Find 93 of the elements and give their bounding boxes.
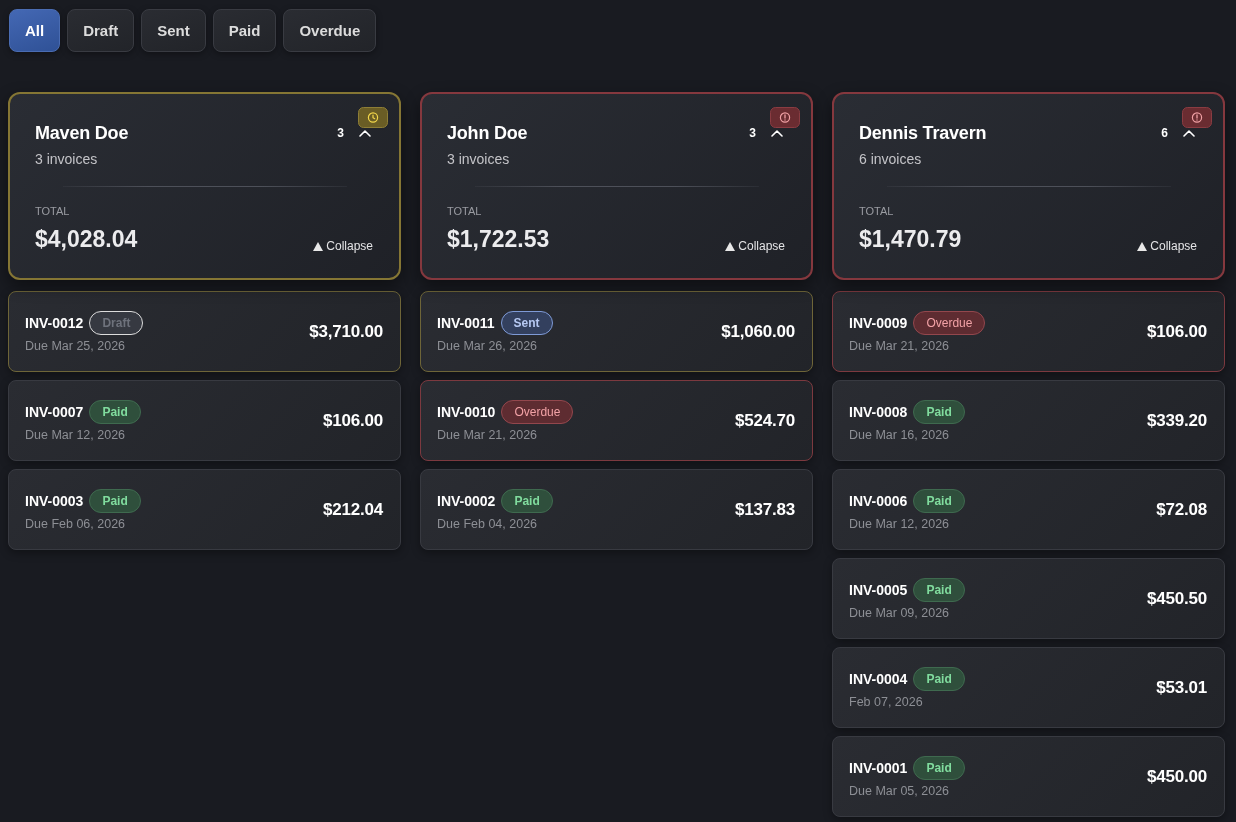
invoice-number: INV-0003 (25, 492, 84, 509)
invoice-amount: $53.01 (1156, 677, 1207, 698)
invoice-row[interactable]: INV-0005 Paid Due Mar 09, 2026 $450.50 (832, 558, 1225, 639)
invoice-row[interactable]: INV-0011 Sent Due Mar 26, 2026 $1,060.00 (420, 291, 813, 372)
invoice-count: 6 (1161, 126, 1168, 140)
invoice-amount: $1,060.00 (721, 321, 795, 342)
invoice-number: INV-0004 (849, 670, 908, 687)
invoice-amount: $106.00 (1146, 321, 1207, 342)
invoice-number: INV-0005 (849, 581, 908, 598)
invoice-amount: $137.83 (734, 499, 795, 520)
invoice-number: INV-0010 (437, 403, 496, 420)
invoice-number: INV-0008 (849, 403, 908, 420)
invoice-amount: $212.04 (322, 499, 383, 520)
invoice-summary: 3 invoices (447, 151, 511, 167)
due-date: Due Mar 09, 2026 (849, 605, 951, 620)
invoice-row[interactable]: INV-0004 Paid Feb 07, 2026 $53.01 (832, 647, 1225, 728)
chevron-up-icon (1183, 129, 1195, 137)
invoice-number: INV-0006 (849, 492, 908, 509)
status-badge: Paid (501, 488, 553, 513)
customer-name: Maven Doe (35, 122, 129, 144)
clock-icon (358, 107, 388, 128)
status-badge: Paid (913, 577, 965, 602)
invoice-row[interactable]: INV-0003 Paid Due Feb 06, 2026 $212.04 (8, 469, 401, 550)
total-amount: $1,722.53 (447, 225, 550, 253)
status-badge: Overdue (913, 310, 986, 335)
due-date: Due Mar 21, 2026 (437, 427, 539, 442)
invoice-row[interactable]: INV-0007 Paid Due Mar 12, 2026 $106.00 (8, 380, 401, 461)
status-badge: Overdue (501, 399, 574, 424)
invoice-amount: $72.08 (1156, 499, 1207, 520)
collapse-button[interactable]: Collapse (1137, 239, 1197, 253)
filter-tab[interactable]: Overdue (283, 9, 377, 52)
customer-name: Dennis Travern (859, 122, 987, 144)
total-label: TOTAL (859, 205, 895, 217)
due-date: Due Mar 16, 2026 (849, 427, 951, 442)
invoice-amount: $106.00 (322, 410, 383, 431)
invoice-amount: $339.20 (1146, 410, 1207, 431)
due-date: Due Mar 25, 2026 (25, 338, 127, 353)
total-label: TOTAL (447, 205, 483, 217)
status-badge: Paid (89, 399, 141, 424)
due-date: Due Mar 12, 2026 (849, 516, 951, 531)
collapse-button[interactable]: Collapse (725, 239, 785, 253)
status-badge: Paid (89, 488, 141, 513)
triangle-up-icon (313, 241, 324, 251)
chevron-up-icon (771, 129, 783, 137)
invoice-number: INV-0009 (849, 314, 908, 331)
invoice-number: INV-0007 (25, 403, 84, 420)
due-date: Due Mar 05, 2026 (849, 783, 951, 798)
invoice-row[interactable]: INV-0010 Overdue Due Mar 21, 2026 $524.70 (420, 380, 813, 461)
invoice-number: INV-0002 (437, 492, 496, 509)
chevron-up-icon (359, 129, 371, 137)
invoice-summary: 3 invoices (35, 151, 99, 167)
due-date: Due Mar 26, 2026 (437, 338, 539, 353)
collapse-button[interactable]: Collapse (313, 239, 373, 253)
invoice-amount: $450.50 (1146, 588, 1207, 609)
status-badge: Draft (89, 310, 144, 335)
total-amount: $4,028.04 (35, 225, 138, 253)
customer-name: John Doe (447, 122, 528, 144)
triangle-up-icon (725, 241, 736, 251)
status-badge: Paid (913, 399, 965, 424)
collapse-toggle[interactable] (358, 128, 372, 138)
due-date: Feb 07, 2026 (849, 694, 924, 709)
invoice-amount: $3,710.00 (309, 321, 383, 342)
due-date: Due Mar 12, 2026 (25, 427, 127, 442)
invoice-row[interactable]: INV-0012 Draft Due Mar 25, 2026 $3,710.00 (8, 291, 401, 372)
triangle-up-icon (1137, 241, 1148, 251)
invoice-number: INV-0012 (25, 314, 84, 331)
filter-tab[interactable]: All (9, 9, 61, 52)
invoice-summary: 6 invoices (859, 151, 923, 167)
status-badge: Paid (913, 488, 965, 513)
invoice-row[interactable]: INV-0001 Paid Due Mar 05, 2026 $450.00 (832, 736, 1225, 817)
filter-tab[interactable]: Sent (141, 9, 206, 52)
invoice-number: INV-0001 (849, 759, 908, 776)
invoice-amount: $524.70 (734, 410, 795, 431)
total-amount: $1,470.79 (859, 225, 962, 253)
invoice-row[interactable]: INV-0002 Paid Due Feb 04, 2026 $137.83 (420, 469, 813, 550)
invoice-amount: $450.00 (1146, 766, 1207, 787)
invoice-count: 3 (337, 126, 344, 140)
collapse-toggle[interactable] (770, 128, 784, 138)
invoice-number: INV-0011 (437, 314, 495, 331)
invoice-count: 3 (749, 126, 756, 140)
due-date: Due Mar 21, 2026 (849, 338, 951, 353)
invoice-row[interactable]: INV-0008 Paid Due Mar 16, 2026 $339.20 (832, 380, 1225, 461)
collapse-toggle[interactable] (1182, 128, 1196, 138)
invoice-row[interactable]: INV-0006 Paid Due Mar 12, 2026 $72.08 (832, 469, 1225, 550)
status-badge: Paid (913, 755, 965, 780)
due-date: Due Feb 06, 2026 (25, 516, 127, 531)
filter-tab[interactable]: Draft (67, 9, 135, 52)
total-label: TOTAL (35, 205, 71, 217)
filter-tab[interactable]: Paid (212, 9, 277, 52)
invoice-row[interactable]: INV-0009 Overdue Due Mar 21, 2026 $106.00 (832, 291, 1225, 372)
due-date: Due Feb 04, 2026 (437, 516, 539, 531)
status-badge: Paid (913, 666, 965, 691)
status-badge: Sent (500, 310, 553, 335)
